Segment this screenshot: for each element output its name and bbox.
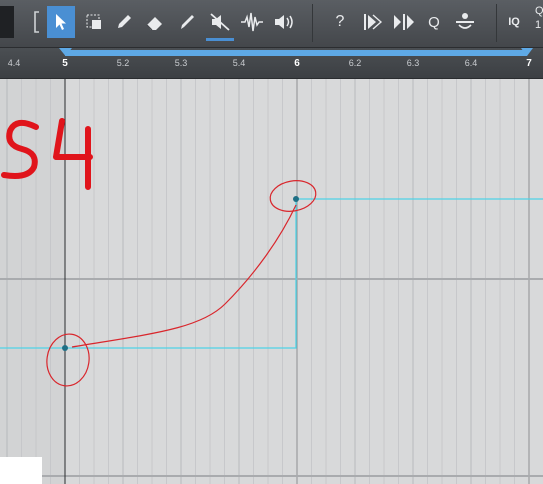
help-icon: ? xyxy=(335,13,345,30)
automation-point[interactable] xyxy=(293,196,299,202)
automation-point[interactable] xyxy=(62,345,68,351)
listen-tool-button[interactable] xyxy=(270,6,298,38)
ruler-tick-label: 6.3 xyxy=(406,58,420,68)
nudge-both-button[interactable] xyxy=(390,6,418,38)
mute-tool-button[interactable] xyxy=(206,6,234,41)
bend-tool-button[interactable] xyxy=(238,6,266,38)
white-overlay-box xyxy=(0,457,42,484)
loop-start-marker[interactable] xyxy=(59,48,72,58)
arrow-tool-button[interactable] xyxy=(47,6,75,38)
loop-end-marker[interactable] xyxy=(521,48,533,58)
eraser-tool-button[interactable] xyxy=(141,6,169,38)
toolbar-divider xyxy=(312,4,313,42)
nudge-forward-button[interactable] xyxy=(358,6,386,38)
toolbar-divider xyxy=(496,4,497,42)
grid-lines xyxy=(6,79,530,484)
quantize-icon: Q xyxy=(428,13,440,31)
iq-label: IQ xyxy=(508,16,520,28)
ruler-tick-label: 6 xyxy=(294,58,300,69)
pencil-tool-button[interactable] xyxy=(110,6,138,38)
toolbar-left-edge xyxy=(0,6,14,38)
ruler-tick-label: 4.4 xyxy=(7,58,21,68)
swing-button[interactable] xyxy=(451,6,479,38)
ruler-tick-label: 6.4 xyxy=(464,58,478,68)
range-tool-button[interactable] xyxy=(80,6,108,38)
loop-range-bar[interactable] xyxy=(65,50,527,56)
automation-overlay xyxy=(0,79,543,484)
automation-envelope xyxy=(0,198,543,349)
iq-button[interactable]: IQ xyxy=(500,6,528,38)
ruler-tick-label: 6.2 xyxy=(348,58,362,68)
bracket-icon[interactable] xyxy=(28,6,46,38)
right-stub-sub: 1 xyxy=(535,19,542,31)
ruler-tick-label: 5.3 xyxy=(174,58,188,68)
paint-tool-button[interactable] xyxy=(173,6,201,38)
ruler-tick-label: 7 xyxy=(526,58,532,69)
toolbar-right-stub[interactable]: Q 1 xyxy=(535,4,543,42)
help-button[interactable]: ? xyxy=(326,6,354,38)
right-stub-label: Q xyxy=(535,5,543,17)
quantize-button[interactable]: Q xyxy=(420,6,448,38)
toolbar: ? Q IQ Q 1 xyxy=(0,0,543,48)
ruler-tick-label: 5.2 xyxy=(116,58,130,68)
ruler-tick-label: 5 xyxy=(62,58,68,69)
ruler-tick-label: 5.4 xyxy=(232,58,246,68)
